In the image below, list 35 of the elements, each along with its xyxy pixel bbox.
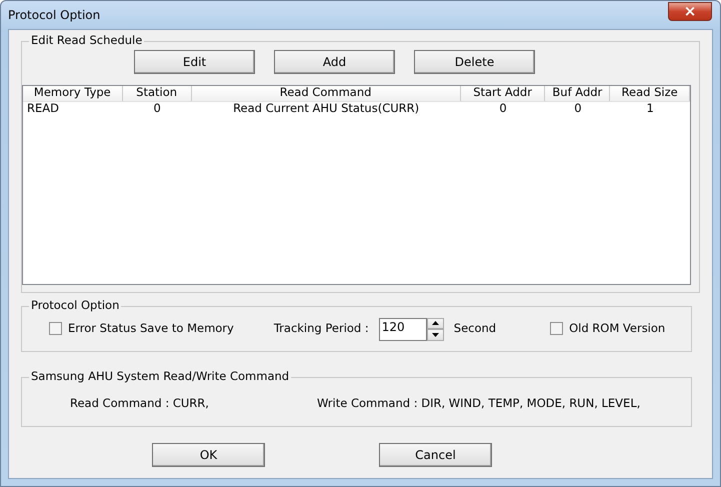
action-button[interactable]: Edit	[134, 50, 255, 74]
window-title: Protocol Option	[8, 8, 100, 22]
read-command-text: Read Command : CURR,	[70, 397, 209, 411]
close-button[interactable]: ×	[668, 2, 712, 20]
table-cell: READ	[27, 101, 59, 115]
column-header[interactable]: Memory Type	[23, 86, 123, 101]
tracking-period-field[interactable]: 120	[378, 318, 427, 340]
column-header[interactable]: Read Size	[610, 86, 690, 101]
write-command-text: Write Command : DIR, WIND, TEMP, MODE, RUN, LEVEL,	[316, 397, 640, 411]
tracking-period-label: Tracking Period :	[274, 322, 369, 336]
column-header[interactable]: Station	[122, 86, 192, 101]
group-title: Protocol Option	[29, 299, 122, 313]
action-button[interactable]: Add	[274, 50, 395, 74]
down-arrow-icon	[432, 332, 439, 337]
table-cell: 0	[574, 101, 582, 115]
table-cell: Read Current AHU Status(CURR)	[233, 101, 420, 115]
table-cell: 0	[153, 101, 161, 115]
checkbox-label[interactable]: Old ROM Version	[569, 322, 666, 336]
dialog-button[interactable]: OK	[152, 443, 265, 467]
unit-label: Second	[454, 322, 496, 336]
action-button[interactable]: Delete	[414, 50, 535, 74]
checkbox[interactable]	[550, 322, 564, 336]
column-header[interactable]: Read Command	[192, 86, 461, 101]
spin-down-button[interactable]	[426, 329, 444, 340]
table-cell: 1	[646, 101, 654, 115]
list-row[interactable]: READ 0 Read Current AHU Status(CURR) 0 0 1	[23, 102, 690, 116]
group-title: Samsung AHU System Read/Write Command	[29, 370, 292, 384]
up-arrow-icon	[432, 321, 439, 326]
column-header[interactable]: Buf Addr	[545, 86, 610, 101]
checkbox-label[interactable]: Error Status Save to Memory	[68, 322, 234, 336]
table-cell: 0	[499, 101, 507, 115]
column-header[interactable]: Start Addr	[460, 86, 546, 101]
spin-up-button[interactable]	[426, 318, 444, 329]
dialog-button[interactable]: Cancel	[379, 443, 492, 467]
checkbox[interactable]	[49, 322, 62, 336]
